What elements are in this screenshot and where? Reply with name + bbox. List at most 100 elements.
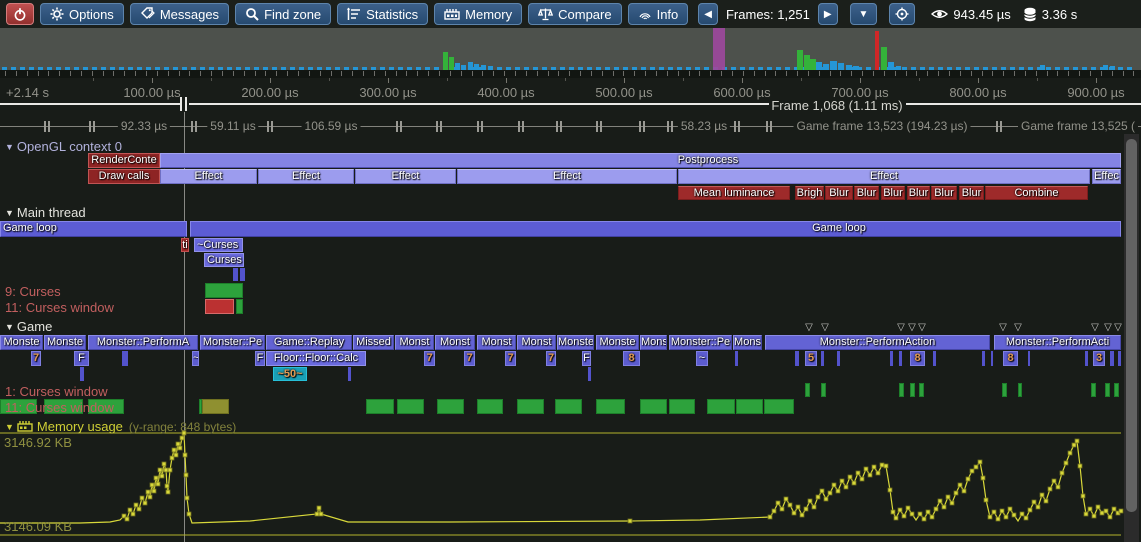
zone-bar[interactable]: Mean luminance [678,186,790,200]
section-main-thread-header[interactable]: ▼Main thread [5,205,86,220]
zone-bar[interactable] [640,399,667,414]
zone-bar[interactable] [1114,383,1119,397]
zone-bar[interactable]: 8 [1003,351,1018,366]
zone-bar[interactable] [821,383,826,397]
zone-bar[interactable] [795,351,799,366]
zone-bar[interactable] [837,351,840,366]
frame-duration-bar[interactable] [797,50,803,70]
zone-bar[interactable]: Effect [258,169,354,184]
zone-bar[interactable] [233,268,238,281]
zone-bar[interactable]: RenderConte [88,153,160,168]
info-button[interactable]: Info [628,3,689,25]
zone-bar[interactable] [1018,383,1022,397]
zone-bar[interactable]: Blur [854,186,879,200]
zone-bar[interactable]: 7 [424,351,435,366]
zone-bar[interactable] [1105,383,1110,397]
zone-bar[interactable] [1110,351,1114,366]
zone-bar[interactable]: Combine [985,186,1088,200]
zone-bar[interactable] [588,367,591,381]
zone-bar[interactable]: 5 [805,351,817,366]
zone-bar[interactable]: Effect [160,169,257,184]
frame-duration-bar[interactable] [455,63,460,70]
zone-bar[interactable] [240,268,245,281]
zone-bar[interactable]: ~50~ [273,367,307,381]
zone-bar[interactable]: F [582,351,591,366]
zone-bar[interactable]: Mons [733,335,762,350]
event-marker-icon[interactable]: ▽ [821,322,829,333]
zone-bar[interactable]: Effect [457,169,677,184]
zone-bar[interactable]: Effect [678,169,1090,184]
zone-bar[interactable]: Missed [353,335,394,350]
zone-bar[interactable]: 7 [31,351,41,366]
zone-bar[interactable]: Floor::Floor::Calc [266,351,366,366]
section-memory-header[interactable]: ▼Memory usage(y-range: 848 bytes) [5,419,236,434]
zone-bar[interactable] [1028,351,1030,366]
event-marker-icon[interactable]: ▽ [1014,322,1022,333]
zone-bar[interactable] [80,367,84,381]
zone-bar[interactable] [437,399,464,414]
event-marker-icon[interactable]: ▽ [1114,322,1122,333]
vertical-scrollbar[interactable] [1124,134,1139,542]
zone-bar[interactable] [205,283,243,298]
zone-bar[interactable] [707,399,735,414]
zone-bar[interactable]: 3 [1093,351,1105,366]
zone-bar[interactable]: Monst [395,335,434,350]
zone-bar[interactable] [1091,383,1096,397]
event-marker-icon[interactable]: ▽ [1091,322,1099,333]
zone-bar[interactable]: Effec [1092,169,1121,184]
zone-bar[interactable] [669,399,695,414]
zone-bar[interactable]: Blur [825,186,853,200]
zone-bar[interactable] [366,399,394,414]
zone-bar[interactable] [190,221,1121,237]
compare-button[interactable]: Compare [528,3,621,25]
zone-bar[interactable]: Blur [931,186,957,200]
zone-bar[interactable] [596,399,625,414]
quit-button[interactable] [6,3,34,25]
zone-bar[interactable]: Mons [640,335,667,350]
zone-bar[interactable] [397,399,424,414]
zone-bar[interactable]: F [74,351,89,366]
zone-bar[interactable]: Monste [0,335,43,350]
event-marker-icon[interactable]: ▽ [897,322,905,333]
frame-duration-bar[interactable] [443,52,448,70]
zone-bar[interactable] [1085,351,1088,366]
zone-bar[interactable]: Monster::PerformA [88,335,198,350]
zone-bar[interactable]: Monst [517,335,556,350]
event-marker-icon[interactable]: ▽ [805,322,813,333]
zone-bar[interactable]: Draw calls [88,169,160,184]
zone-bar[interactable]: ~Curses [194,238,243,252]
find-zone-button[interactable]: Find zone [235,3,331,25]
zone-bar[interactable]: Monst [435,335,475,350]
zone-bar[interactable] [555,399,582,414]
zone-bar[interactable]: 8 [623,351,640,366]
zone-bar[interactable] [1002,383,1007,397]
zone-bar[interactable] [160,153,1121,168]
zone-bar[interactable]: Blur [959,186,984,200]
zone-bar[interactable] [764,399,794,414]
zone-bar[interactable] [991,351,993,366]
statistics-button[interactable]: Statistics [337,3,428,25]
prev-frame-button[interactable]: ◀ [698,3,718,25]
frame-duration-bar[interactable] [875,31,879,70]
zone-bar[interactable] [919,383,924,397]
zone-bar[interactable]: Monster::PerformActi [994,335,1121,350]
frame-duration-bar[interactable] [888,62,894,70]
goto-frame-button[interactable] [889,3,915,25]
zone-bar[interactable] [899,383,904,397]
zone-bar[interactable]: ti [181,238,189,252]
event-marker-icon[interactable]: ▽ [999,322,1007,333]
frame-dropdown-button[interactable]: ▼ [850,3,878,25]
zone-bar[interactable]: Blur [907,186,930,200]
frame-duration-bar[interactable] [881,47,887,70]
zone-bar[interactable] [982,351,985,366]
zone-bar[interactable]: Monste [44,335,86,350]
zone-bar[interactable] [202,399,229,414]
zone-bar[interactable]: Monster::Pe [669,335,732,350]
frame-duration-bar[interactable] [830,61,837,70]
zone-bar[interactable]: 7 [464,351,475,366]
zone-bar[interactable]: 7 [546,351,556,366]
scrollbar-thumb[interactable] [1126,139,1137,512]
zone-bar[interactable] [933,351,936,366]
selected-frame-marker[interactable] [713,28,725,70]
zone-bar[interactable] [348,367,351,381]
